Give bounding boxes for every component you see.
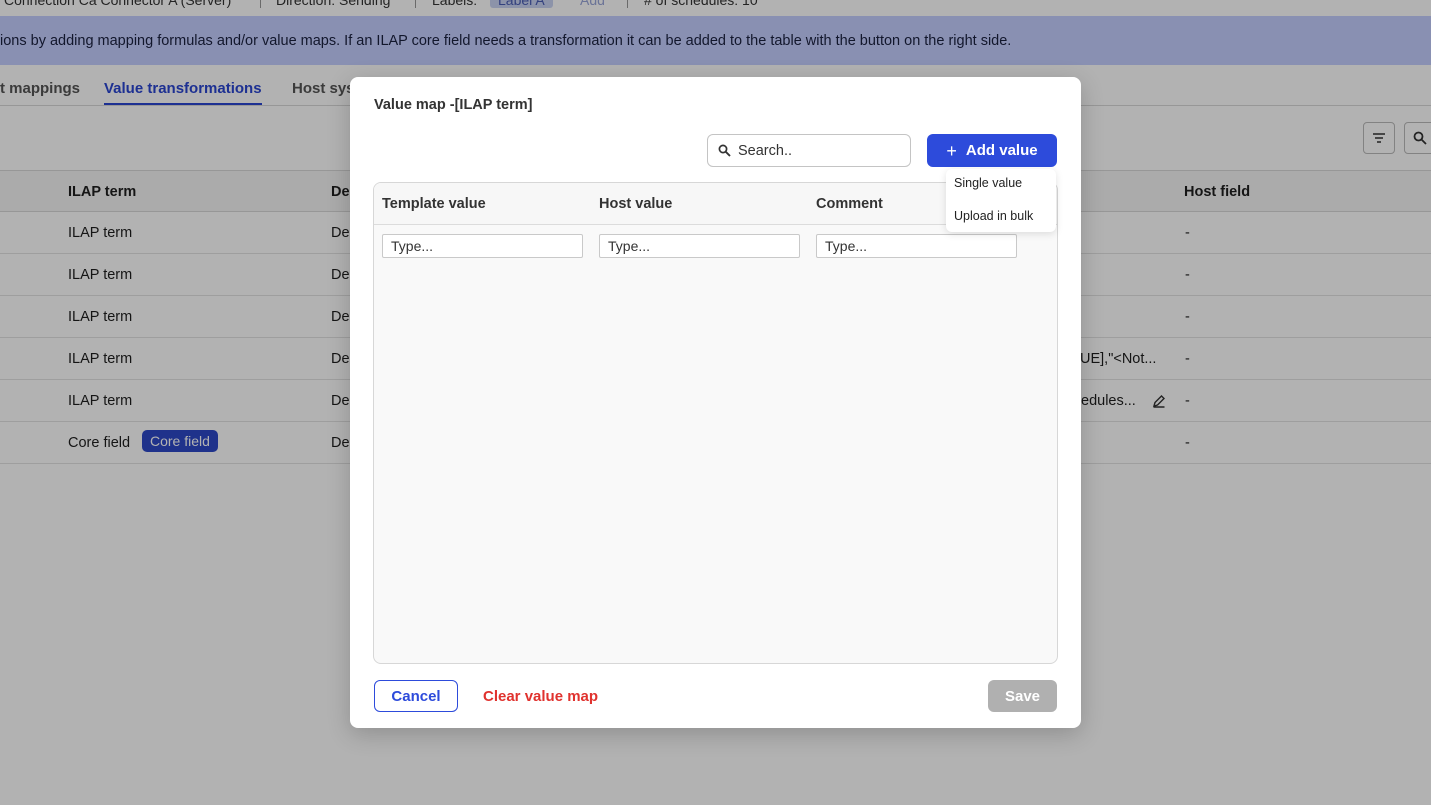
template-value-input[interactable] — [382, 234, 583, 258]
search-field[interactable] — [707, 134, 911, 167]
cancel-button[interactable]: Cancel — [374, 680, 458, 712]
save-button[interactable]: Save — [988, 680, 1057, 712]
value-map-dialog: Value map -[ILAP term] + Add value Templ… — [350, 77, 1081, 728]
dialog-title: Value map -[ILAP term] — [374, 97, 533, 113]
value-map-table: Template value Host value Comment — [373, 182, 1058, 664]
add-value-menu: Single value Upload in bulk — [946, 169, 1056, 232]
column-header-host-value: Host value — [599, 196, 673, 212]
add-value-label: Add value — [965, 142, 1038, 159]
search-icon — [718, 144, 731, 162]
column-header-template-value: Template value — [382, 196, 486, 212]
add-value-button[interactable]: + Add value — [927, 134, 1057, 167]
clear-value-map-button[interactable]: Clear value map — [478, 680, 603, 712]
plus-icon: + — [946, 140, 957, 161]
menu-item-upload-bulk[interactable]: Upload in bulk — [954, 209, 1033, 223]
column-header-comment: Comment — [816, 196, 883, 212]
search-input[interactable] — [738, 140, 906, 162]
host-value-input[interactable] — [599, 234, 800, 258]
comment-input[interactable] — [816, 234, 1017, 258]
menu-item-single-value[interactable]: Single value — [954, 176, 1022, 190]
